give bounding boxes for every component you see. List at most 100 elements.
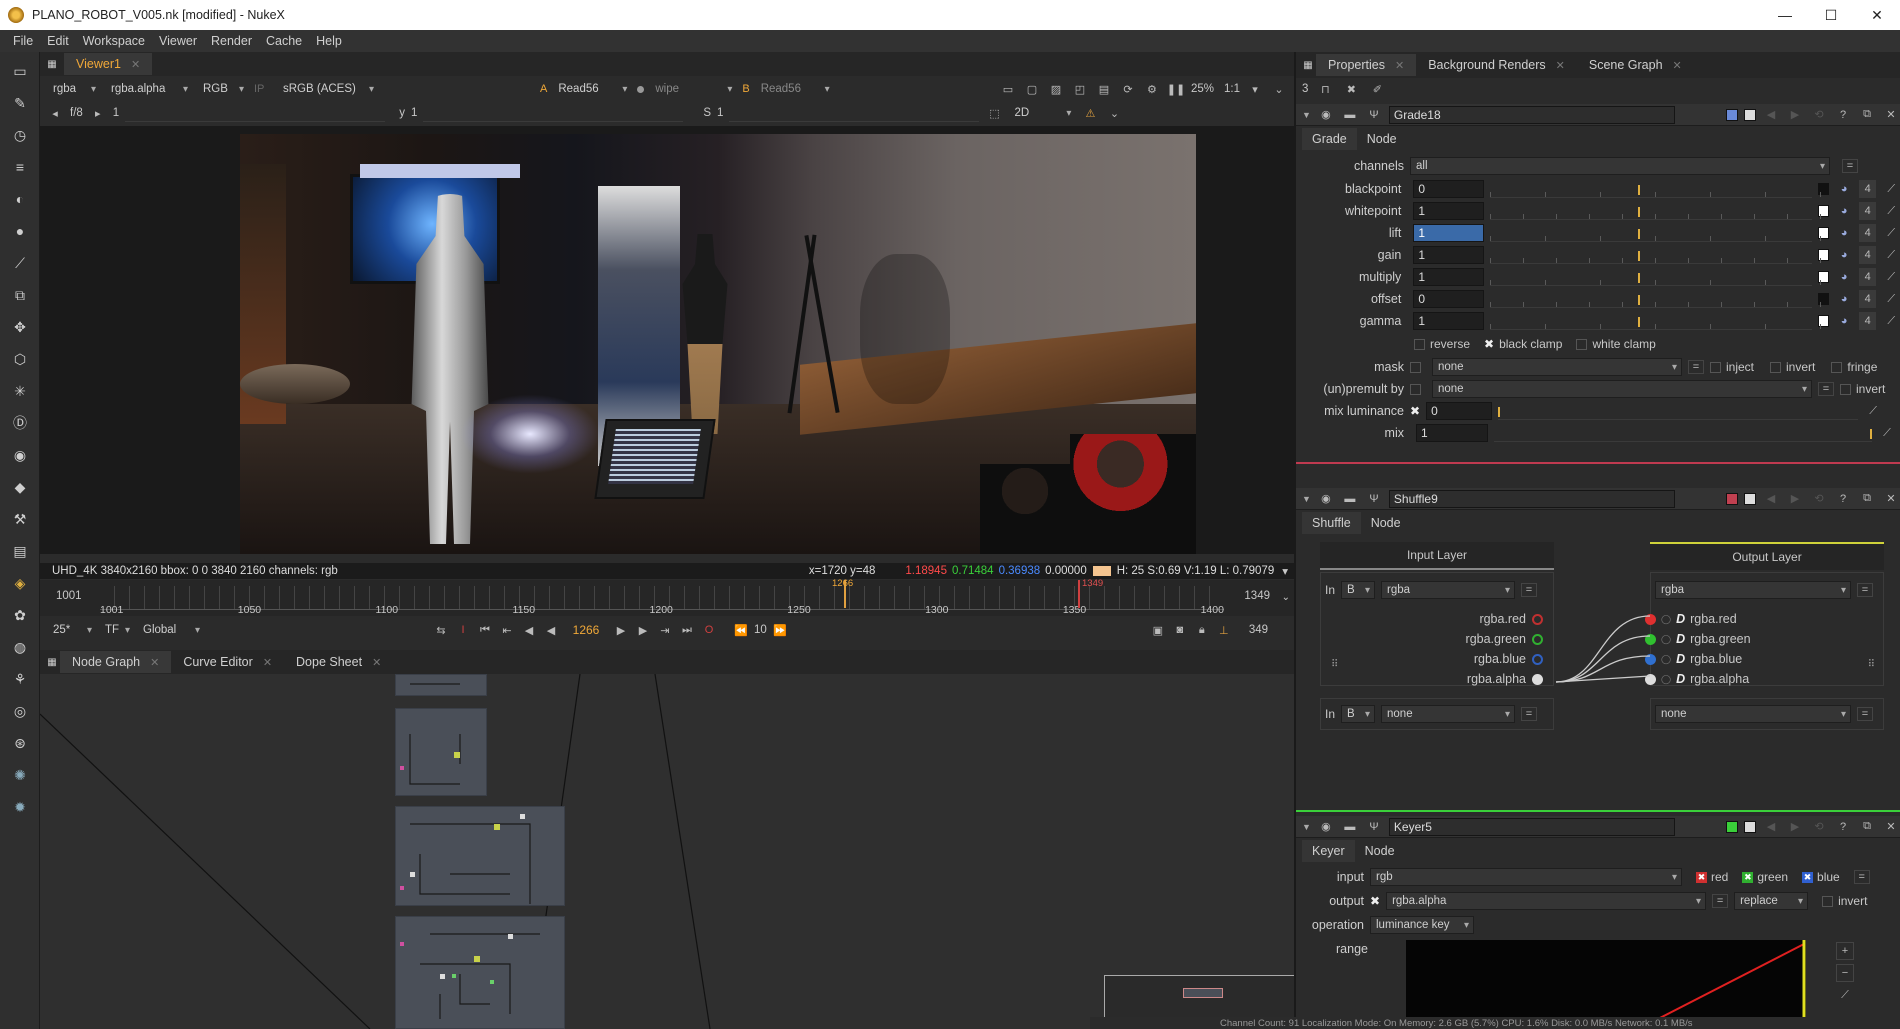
channel-select-dropdown[interactable]: rgba.alpha [106,80,192,98]
keyer-name-input[interactable]: Keyer5 [1388,817,1675,836]
zebra-icon[interactable]: ▨ [1047,80,1065,98]
animation-curve-icon[interactable]: ⟋ [1882,290,1900,308]
close-tab-icon[interactable]: ✕ [263,656,272,669]
time-tool-icon[interactable]: ◷ [9,124,31,146]
saturation-slider[interactable] [729,104,980,122]
python-tool-icon[interactable]: ⊛ [9,732,31,754]
in-alpha-dot[interactable] [1532,673,1543,685]
furnace-tool-icon[interactable]: ◈ [9,572,31,594]
node-color-icon[interactable] [1726,492,1738,505]
tab-node[interactable]: Node [1361,512,1411,534]
air-tool-icon[interactable]: ⚘ [9,668,31,690]
close-tab-icon[interactable]: ✕ [1556,59,1565,72]
mask-dropdown[interactable]: none [1432,358,1682,376]
bbox-icon[interactable]: ⬚ [985,104,1003,122]
capture-icon[interactable]: ◙ [1171,621,1189,639]
revert-icon[interactable]: ⟲ [1810,490,1828,508]
redo-icon[interactable]: ▶ [1786,106,1804,124]
output-checkbox[interactable]: ✖ [1370,894,1380,908]
step-fwd-icon[interactable]: ⏩ [771,621,789,639]
tab-properties[interactable]: Properties ✕ [1316,54,1417,76]
collapse-icon[interactable]: ▼ [1302,110,1311,120]
drag-handle-icon[interactable]: ⠿ [1868,659,1875,670]
input-a-dropdown[interactable]: Read56 [553,80,631,98]
range-curve-icon[interactable]: ⟋ [1836,986,1854,1004]
out-point-icon[interactable]: O [700,621,718,639]
close-tab-icon[interactable]: ✕ [1395,59,1404,72]
views-tool-icon[interactable]: ◉ [9,444,31,466]
node-info-icon[interactable]: ◉ [1317,818,1335,836]
mixlum-input[interactable]: 0 [1426,402,1493,420]
mixlum-slider[interactable] [1498,402,1859,420]
param-slider[interactable] [1489,224,1821,242]
gpu-icon[interactable]: ⚙ [1143,80,1161,98]
timeline-start[interactable]: 1001 [56,590,82,602]
next-key-icon[interactable]: ⇥ [656,621,674,639]
keyer-tool-icon[interactable]: ⟋ [9,252,31,274]
menu-viewer[interactable]: Viewer [152,30,204,52]
toolsets-icon[interactable]: ⚒ [9,508,31,530]
menu-help[interactable]: Help [309,30,349,52]
in-point-icon[interactable]: I [454,621,472,639]
channel-split-button[interactable]: 4 [1858,180,1877,198]
channel-tool-icon[interactable]: ≡ [9,156,31,178]
mask-checkbox[interactable] [1410,361,1421,373]
fstop-value[interactable]: f/8 [70,107,83,119]
out-red-toggle-icon[interactable]: ◯ [1661,609,1671,629]
shuffle-name-input[interactable]: Shuffle9 [1388,489,1675,508]
play-back-icon[interactable]: ◀ [542,621,560,639]
color-wheel-icon[interactable]: ◕ [1835,180,1853,198]
undo-icon[interactable]: ◀ [1762,818,1780,836]
gain-value[interactable]: 1 [113,107,119,119]
mix-input[interactable]: 1 [1416,424,1488,442]
prev-frame-icon[interactable]: ◀ [520,621,538,639]
param-input[interactable]: 1 [1413,202,1484,220]
prev-key-icon[interactable]: ⇤ [498,621,516,639]
in-b-dropdown[interactable]: B [1341,581,1376,599]
menu-file[interactable]: File [6,30,40,52]
color-wheel-icon[interactable]: ◕ [1835,268,1853,286]
out-blue-toggle-icon[interactable]: ◯ [1661,649,1671,669]
close-panel-icon[interactable]: ✕ [1882,818,1900,836]
keyer-invert-checkbox[interactable]: invert [1822,894,1867,908]
ocula-tool-icon[interactable]: ✿ [9,604,31,626]
timeline-expand-icon[interactable]: ⌄ [1282,592,1290,603]
refresh-icon[interactable]: ⟳ [1119,80,1137,98]
fps-dropdown[interactable]: 25* [48,621,96,639]
out-layer-dropdown[interactable]: rgba [1655,581,1851,599]
premult-options-icon[interactable]: = [1818,382,1834,396]
green-checkbox[interactable]: ✖ green [1742,870,1788,884]
next-frame-icon[interactable]: ▶ [634,621,652,639]
roi-icon[interactable]: ▭ [999,80,1017,98]
pane-menu-icon[interactable]: ▦ [44,651,60,673]
color-wheel-icon[interactable]: ◕ [1835,202,1853,220]
param-slider[interactable] [1489,312,1821,330]
param-input[interactable]: 1 [1413,246,1484,264]
step-back-icon[interactable]: ⏪ [732,621,750,639]
node-color-icon[interactable] [1726,108,1738,121]
mix-curve-icon[interactable]: ⟋ [1878,424,1896,442]
in2-b-dropdown[interactable]: B [1341,705,1376,723]
revert-icon[interactable]: ⟲ [1810,818,1828,836]
premult-checkbox[interactable] [1410,383,1421,395]
saturation-value[interactable]: 1 [717,107,723,119]
param-slider[interactable] [1489,202,1821,220]
current-frame-input[interactable]: 1266 [564,621,608,639]
animation-curve-icon[interactable]: ⟋ [1882,312,1900,330]
flipbook-icon[interactable]: ▣ [1149,621,1167,639]
tab-keyer[interactable]: Keyer [1302,840,1355,862]
fstop-right-icon[interactable]: ▸ [89,104,107,122]
viewer-lock-icon[interactable]: ⚠ [1081,104,1099,122]
zoom-menu-icon[interactable]: ▾ [1246,80,1264,98]
out-marker[interactable] [1078,580,1080,608]
minimize-button[interactable]: — [1762,7,1808,23]
white-clamp-checkbox[interactable]: white clamp [1576,337,1656,351]
input-options-icon[interactable]: = [1853,870,1870,884]
gain-slider[interactable] [125,104,386,122]
out2-options-icon[interactable]: = [1857,707,1873,721]
animation-curve-icon[interactable]: ⟋ [1882,246,1900,264]
gamma-value[interactable]: 1 [411,107,417,119]
in2-options-icon[interactable]: = [1521,707,1538,721]
premult-dropdown[interactable]: none [1432,380,1812,398]
help-icon[interactable]: ? [1834,490,1852,508]
